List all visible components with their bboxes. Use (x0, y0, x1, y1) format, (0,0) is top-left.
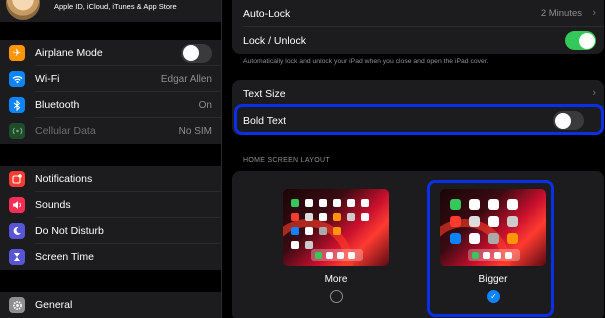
apple-id-row[interactable]: Apple ID, iCloud, iTunes & App Store (0, 0, 221, 22)
sidebar-item-label: Sounds (35, 199, 71, 211)
moon-icon (9, 223, 25, 239)
lock-footnote: Automatically lock and unlock your iPad … (243, 58, 489, 65)
sidebar-item-sounds[interactable]: Sounds (0, 192, 221, 218)
sidebar-item-label: Cellular Data (35, 125, 96, 137)
text-size-row[interactable]: Text Size › (232, 80, 604, 107)
connectivity-group: ✈ Airplane Mode Wi-Fi Edgar Allen Blueto… (0, 40, 221, 144)
sidebar-item-do-not-disturb[interactable]: Do Not Disturb (0, 218, 221, 244)
general-group: General (0, 292, 221, 318)
sidebar-item-label: Do Not Disturb (35, 225, 104, 237)
sidebar-item-label: Screen Time (35, 251, 94, 263)
notifications-icon (9, 171, 25, 187)
airplane-icon: ✈ (9, 45, 25, 61)
sidebar-item-label: Notifications (35, 173, 93, 185)
airplane-mode-toggle[interactable] (181, 43, 212, 63)
avatar (6, 0, 40, 20)
chevron-right-icon: › (592, 87, 596, 99)
bluetooth-icon (9, 97, 25, 113)
sidebar-item-general[interactable]: General (0, 292, 221, 318)
auto-lock-row[interactable]: Auto-Lock 2 Minutes › (232, 0, 604, 27)
auto-lock-value: 2 Minutes (540, 8, 582, 19)
sidebar-item-screen-time[interactable]: Screen Time (0, 244, 221, 270)
sidebar-item-label: General (35, 299, 73, 311)
chevron-right-icon: › (592, 7, 596, 19)
wifi-icon (9, 71, 25, 87)
hourglass-icon (9, 249, 25, 265)
lock-unlock-toggle[interactable] (565, 31, 596, 50)
lock-settings-card: Auto-Lock 2 Minutes › Lock / Unlock (232, 0, 604, 54)
sounds-icon (9, 197, 25, 213)
layout-option-more[interactable]: More (283, 189, 393, 303)
display-brightness-pane: Auto-Lock 2 Minutes › Lock / Unlock Auto… (222, 0, 605, 318)
lock-unlock-label: Lock / Unlock (243, 35, 307, 47)
settings-sidebar: Apple ID, iCloud, iTunes & App Store ✈ A… (0, 0, 221, 318)
home-screen-layout-header: HOME SCREEN LAYOUT (243, 157, 330, 164)
bold-text-highlight (234, 104, 604, 135)
apple-id-subtitle: Apple ID, iCloud, iTunes & App Store (54, 2, 177, 11)
more-radio-button[interactable] (330, 290, 343, 303)
cellular-icon (9, 123, 25, 139)
sidebar-item-bluetooth[interactable]: Bluetooth On (0, 92, 221, 118)
bigger-option-highlight (427, 180, 554, 317)
sidebar-item-cellular-data[interactable]: Cellular Data No SIM (0, 118, 221, 144)
bluetooth-status-value: On (198, 99, 212, 111)
wifi-network-value: Edgar Allen (160, 73, 212, 85)
lock-unlock-row[interactable]: Lock / Unlock (232, 27, 604, 54)
gear-icon (9, 297, 25, 313)
auto-lock-label: Auto-Lock (243, 8, 291, 20)
text-size-label: Text Size (243, 88, 286, 100)
more-option-label: More (324, 274, 348, 285)
sidebar-item-label: Airplane Mode (35, 47, 103, 59)
sidebar-item-label: Wi-Fi (35, 73, 60, 85)
more-layout-preview (283, 189, 389, 266)
sidebar-item-wifi[interactable]: Wi-Fi Edgar Allen (0, 66, 221, 92)
notifications-group: Notifications Sounds Do Not Disturb Scre… (0, 166, 221, 270)
sidebar-item-notifications[interactable]: Notifications (0, 166, 221, 192)
sidebar-item-label: Bluetooth (35, 99, 80, 111)
sidebar-item-airplane-mode[interactable]: ✈ Airplane Mode (0, 40, 221, 66)
cellular-status-value: No SIM (178, 125, 212, 137)
